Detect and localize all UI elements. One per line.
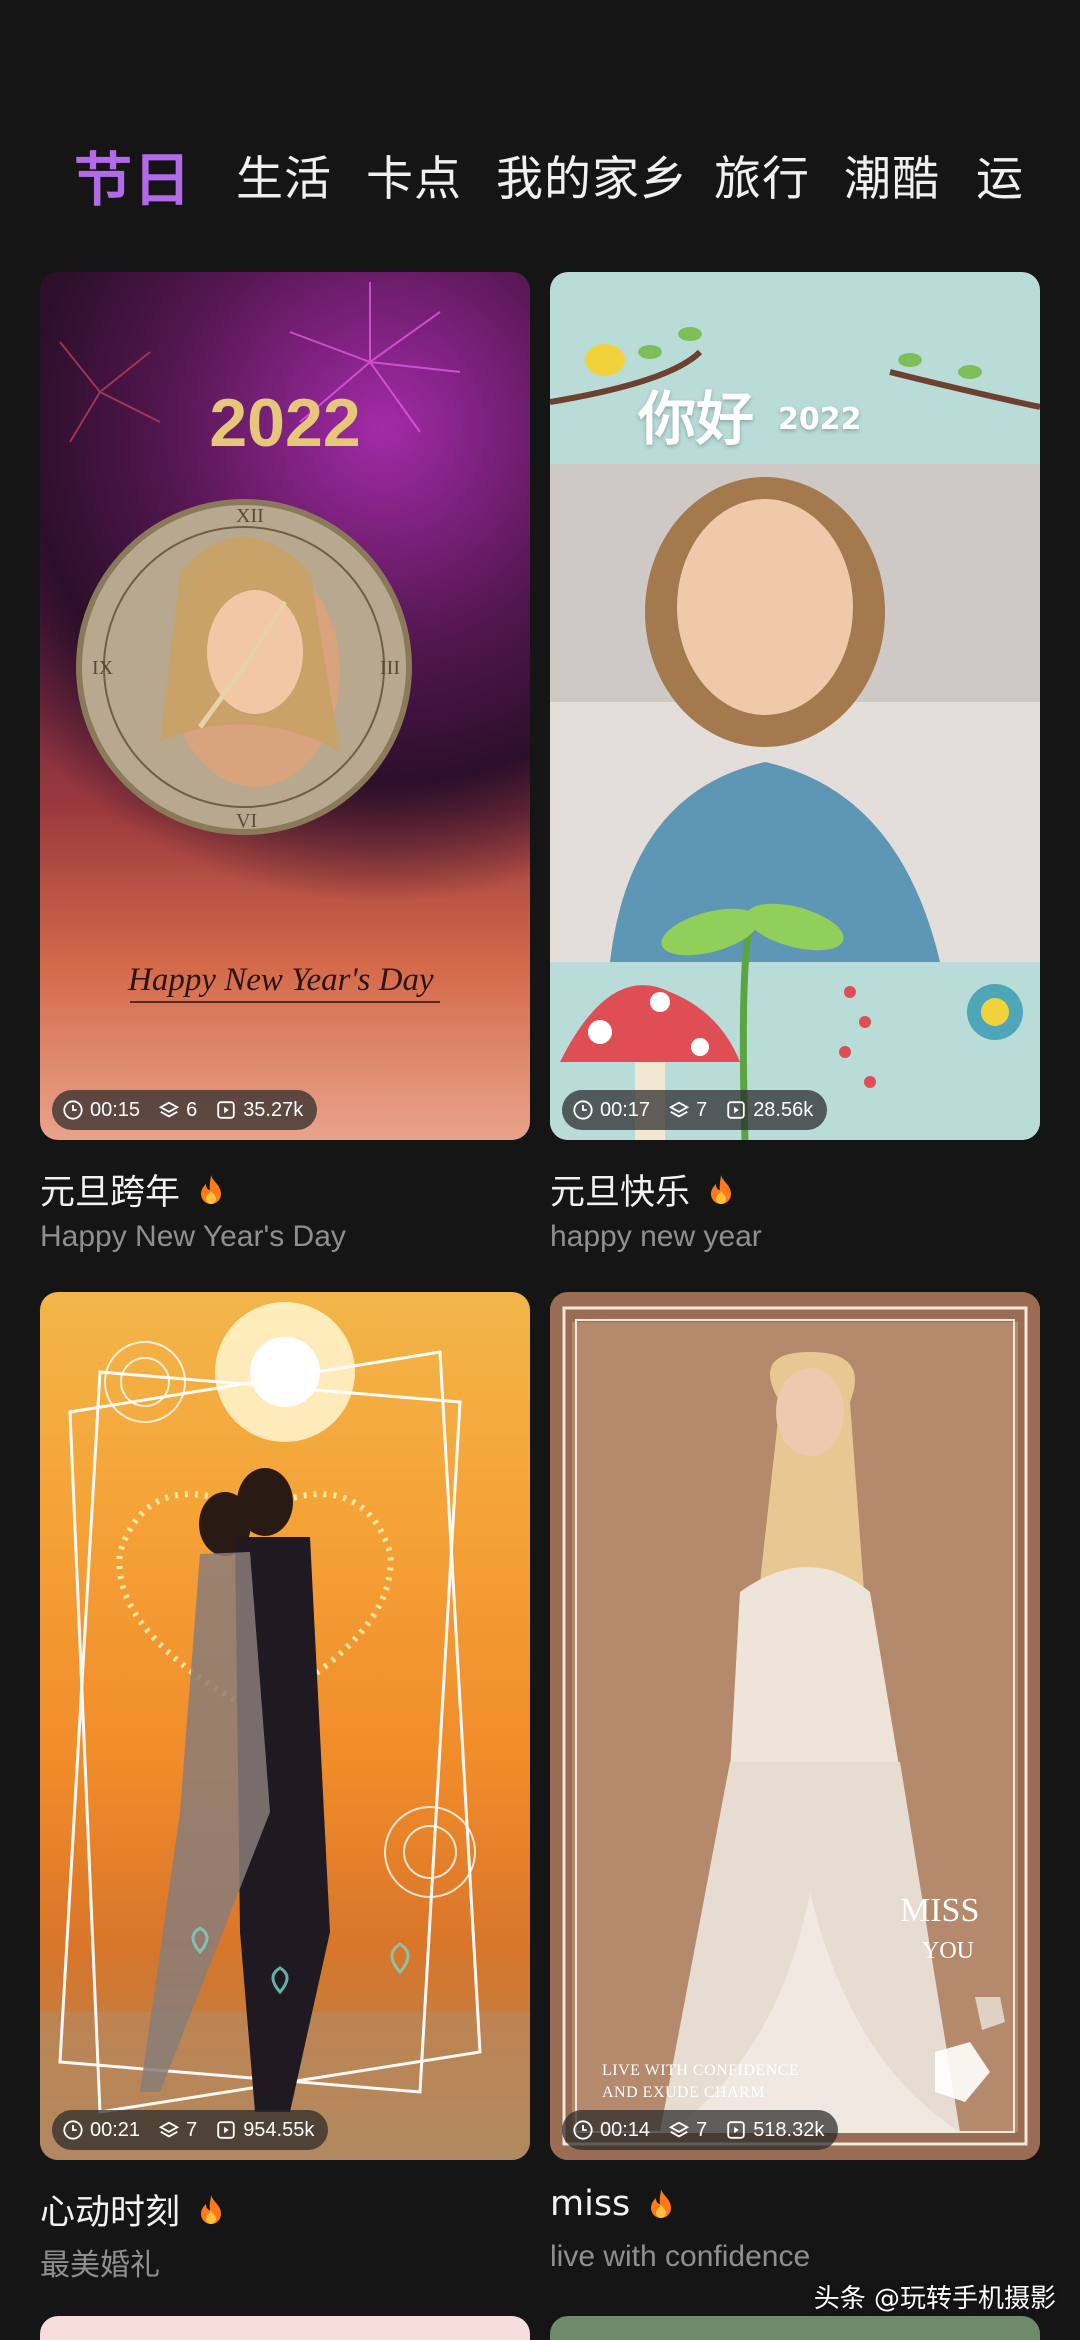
clock-icon (573, 2120, 593, 2140)
tab-hometown[interactable]: 我的家乡 (496, 140, 688, 220)
duration-stat: 00:17 (572, 1099, 650, 1122)
fire-icon (651, 2189, 672, 2218)
template-subtitle: live with confidence (550, 2240, 811, 2273)
template-card[interactable]: XII III VI IX 2022 Happy New Year's Day 00… (40, 272, 530, 1253)
uses-stat: 954.55k (215, 2119, 314, 2142)
clock-icon (573, 1100, 593, 1120)
template-title: miss (550, 2184, 631, 2224)
year-overlay: 2022 (778, 402, 862, 437)
template-thumbnail[interactable]: MISS YOU LIVE WITH CONFIDENCE AND EXUDE … (550, 1292, 1040, 2160)
duration-stat: 00:21 (62, 2119, 140, 2142)
greeting-overlay: 你好 (638, 385, 755, 453)
fire-icon (201, 1174, 222, 1204)
template-card-peek[interactable] (40, 2316, 530, 2340)
tab-life[interactable]: 生活 (236, 140, 332, 220)
miss-overlay: MISS (900, 1892, 980, 1929)
tagline-line1: LIVE WITH CONFIDENCE (602, 2062, 800, 2079)
svg-text:III: III (380, 657, 400, 679)
layers-stat: 7 (158, 2119, 197, 2142)
duration-value: 00:14 (600, 2118, 651, 2141)
template-title-row: miss (550, 2184, 674, 2224)
svg-text:XII: XII (236, 505, 264, 527)
usage-icon (217, 2121, 235, 2139)
template-stats: 00:21 7 954.55k (52, 2110, 329, 2150)
duration-value: 00:17 (600, 1098, 651, 1121)
duration-stat: 00:15 (62, 1099, 140, 1122)
tab-travel[interactable]: 旅行 (714, 140, 810, 220)
template-thumbnail[interactable]: XII III VI IX 2022 Happy New Year's Day 00… (40, 272, 530, 1140)
layers-stat: 7 (668, 2119, 707, 2142)
tab-beat[interactable]: 卡点 (366, 140, 462, 220)
layers-icon (158, 2121, 180, 2138)
template-title-row: 元旦跨年 (40, 1164, 224, 1215)
template-title: 元旦跨年 (40, 1173, 181, 1213)
you-overlay: YOU (922, 1938, 974, 1964)
uses-stat: 518.32k (725, 2119, 824, 2142)
uses-value: 518.32k (753, 2118, 825, 2141)
usage-icon (217, 1101, 235, 1119)
template-subtitle: happy new year (550, 1220, 762, 1253)
template-title: 元旦快乐 (550, 1173, 691, 1213)
layers-value: 6 (186, 1098, 198, 1121)
layers-value: 7 (696, 1098, 708, 1121)
watermark: 头条 @玩转手机摄影 (813, 2284, 1056, 2314)
layers-stat: 6 (158, 1099, 197, 1122)
uses-value: 28.56k (753, 1098, 814, 1121)
template-thumbnail[interactable]: 你好 2022 00:17 7 28.56k (550, 272, 1040, 1140)
year-overlay: 2022 (209, 385, 361, 461)
svg-text:VI: VI (236, 810, 257, 832)
template-card[interactable]: 你好 2022 00:17 7 28.56k 元旦快乐 happy new ye… (550, 272, 1040, 1253)
bride-portrait-artwork (550, 1292, 1040, 2160)
usage-icon (727, 1101, 745, 1119)
template-thumbnail[interactable]: 00:21 7 954.55k (40, 1292, 530, 2160)
uses-value: 35.27k (243, 1098, 304, 1121)
template-card[interactable]: MISS YOU LIVE WITH CONFIDENCE AND EXUDE … (550, 1292, 1040, 2273)
template-subtitle: 最美婚礼 (40, 2249, 160, 2282)
template-stats: 00:14 7 518.32k (562, 2110, 839, 2150)
layers-icon (158, 1101, 180, 1118)
duration-value: 00:15 (90, 1098, 141, 1121)
fire-icon (711, 1174, 732, 1204)
template-stats: 00:15 6 35.27k (52, 1090, 318, 1130)
template-title-row: 元旦快乐 (550, 1164, 734, 1215)
tab-trendy[interactable]: 潮酷 (844, 140, 940, 220)
category-tabs: 节日 生活 卡点 我的家乡 旅行 潮酷 运 (0, 140, 1080, 220)
wedding-sunset-artwork (40, 1302, 530, 2160)
tab-festival[interactable]: 节日 (74, 140, 192, 220)
uses-stat: 28.56k (725, 1099, 813, 1122)
tagline-line2: AND EXUDE CHARM (602, 2084, 766, 2101)
layers-stat: 7 (668, 1099, 707, 1122)
layers-value: 7 (696, 2118, 708, 2141)
script-overlay: Happy New Year's Day (128, 962, 434, 998)
template-card-peek[interactable] (550, 2316, 1040, 2340)
template-title-row: 心动时刻 (40, 2184, 224, 2235)
duration-stat: 00:14 (572, 2119, 650, 2142)
fire-icon (201, 2194, 222, 2224)
clock-icon (63, 1100, 83, 1120)
uses-value: 954.55k (243, 2118, 315, 2141)
svg-text:IX: IX (92, 657, 114, 679)
template-card[interactable]: 00:21 7 954.55k 心动时刻 最美婚礼 (40, 1292, 530, 2282)
layers-value: 7 (186, 2118, 198, 2141)
layers-icon (668, 1101, 690, 1118)
template-subtitle: Happy New Year's Day (40, 1220, 346, 1253)
duration-value: 00:21 (90, 2118, 141, 2141)
usage-icon (727, 2121, 745, 2139)
layers-icon (668, 2121, 690, 2138)
template-title: 心动时刻 (40, 2193, 181, 2233)
clock-icon (63, 2120, 83, 2140)
tab-sports[interactable]: 运 (976, 140, 1024, 220)
template-stats: 00:17 7 28.56k (562, 1090, 828, 1130)
uses-stat: 35.27k (215, 1099, 303, 1122)
